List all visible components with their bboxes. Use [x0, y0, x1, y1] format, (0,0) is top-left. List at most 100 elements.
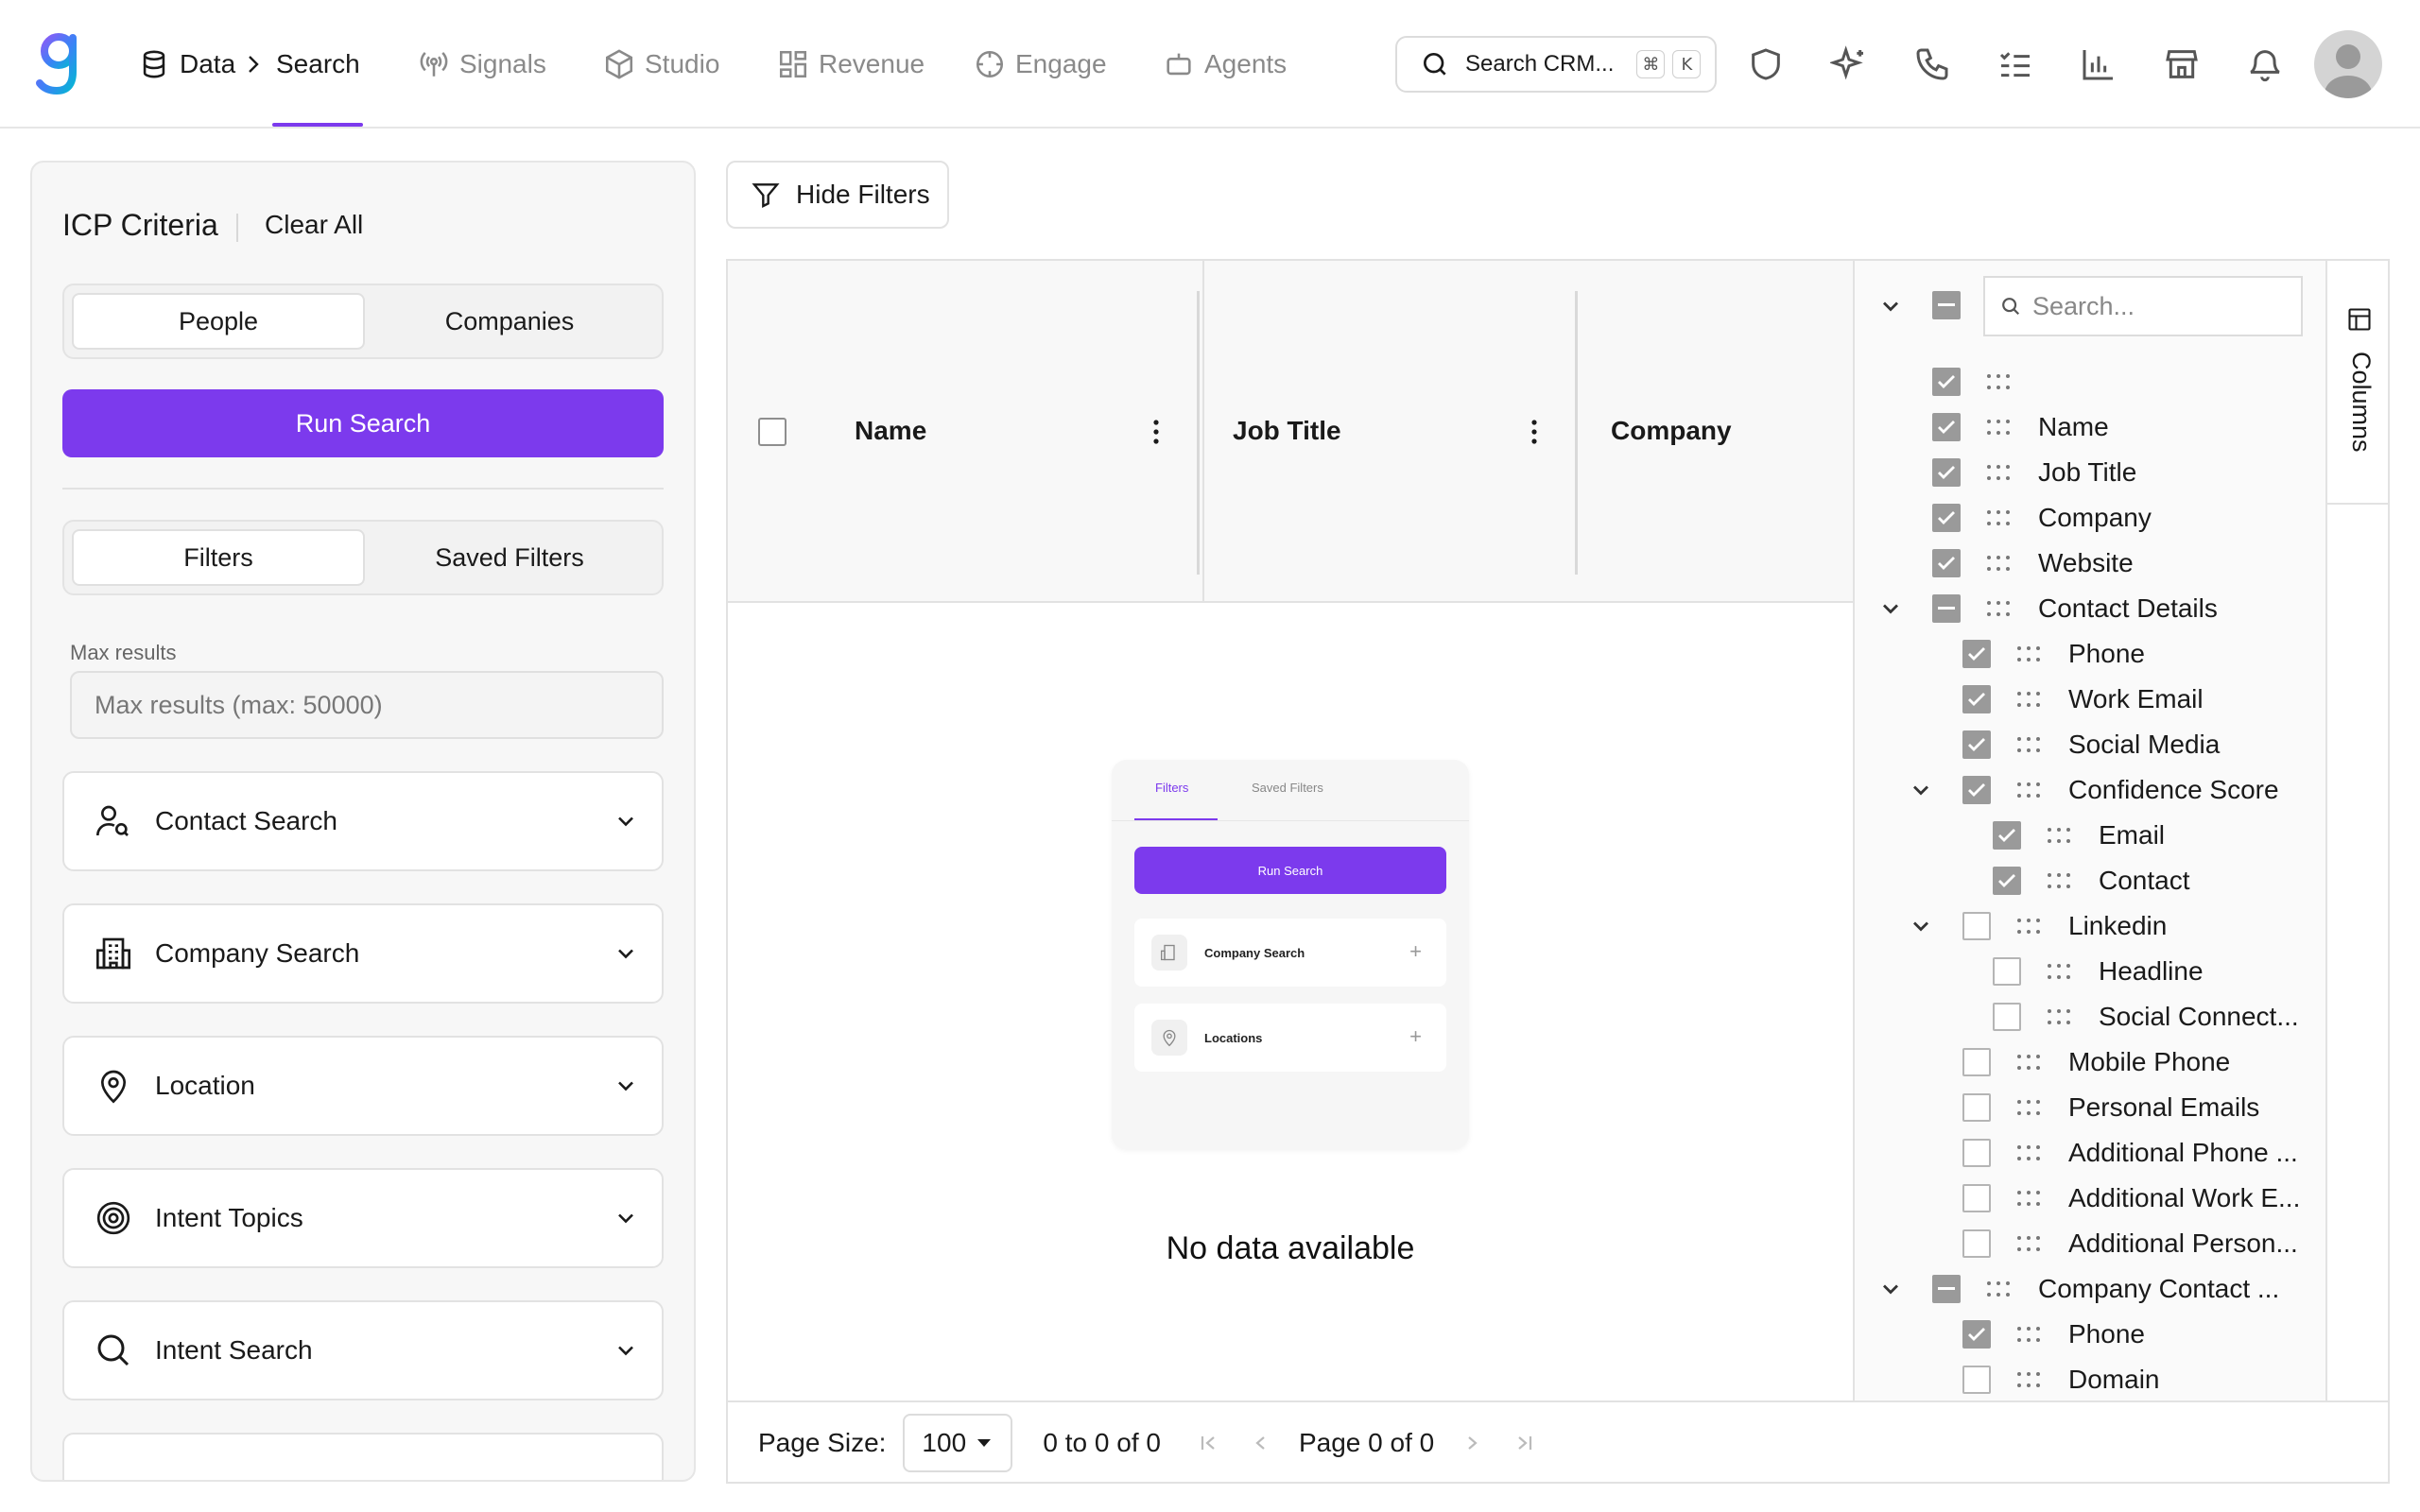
tab-people[interactable]: People [72, 293, 365, 350]
section-location[interactable]: Location [62, 1036, 664, 1136]
shield-icon[interactable] [1747, 45, 1785, 83]
column-checkbox[interactable] [1993, 1003, 2021, 1031]
drag-handle-icon[interactable] [1961, 508, 2038, 527]
column-menu-icon[interactable] [1530, 418, 1539, 446]
column-header-name[interactable]: Name [855, 261, 926, 601]
section-intent-search[interactable]: Intent Search [62, 1300, 664, 1400]
column-list-item[interactable]: Social Connect... [1993, 994, 2299, 1040]
section-intent-topics[interactable]: Intent Topics [62, 1168, 664, 1268]
column-resize-handle[interactable] [1575, 291, 1578, 575]
column-checkbox[interactable] [1962, 1093, 1991, 1122]
column-list-item[interactable]: Domain [1962, 1357, 2159, 1400]
column-menu-icon[interactable] [1151, 418, 1161, 446]
chevron-down-icon[interactable] [1877, 1276, 1904, 1302]
nav-signals[interactable]: Signals [418, 42, 546, 87]
column-checkbox[interactable] [1962, 912, 1991, 940]
drag-handle-icon[interactable] [1991, 917, 2068, 936]
drag-handle-icon[interactable] [1991, 644, 2068, 663]
drag-handle-icon[interactable] [1991, 1234, 2068, 1253]
nav-revenue[interactable]: Revenue [777, 42, 925, 87]
max-results-input[interactable] [70, 671, 664, 739]
column-checkbox[interactable] [1962, 1366, 1991, 1394]
next-page-icon[interactable] [1461, 1432, 1483, 1454]
column-list-item[interactable]: Social Media [1962, 722, 2220, 767]
column-list-item[interactable] [1932, 359, 2038, 404]
drag-handle-icon[interactable] [1991, 1325, 2068, 1344]
drag-handle-icon[interactable] [1961, 463, 2038, 482]
column-list-item[interactable]: Company [1932, 495, 2152, 541]
column-list-item[interactable]: Company Contact ... [1932, 1266, 2279, 1312]
run-search-button[interactable]: Run Search [62, 389, 664, 457]
select-all-checkbox[interactable] [758, 418, 786, 446]
bell-icon[interactable] [2246, 45, 2284, 83]
column-checkbox[interactable] [1962, 1229, 1991, 1258]
store-icon[interactable] [2163, 45, 2201, 83]
task-list-icon[interactable] [1996, 45, 2034, 83]
column-list-item[interactable]: Mobile Phone [1962, 1040, 2230, 1085]
chevron-down-icon[interactable] [1877, 293, 1904, 319]
hide-filters-button[interactable]: Hide Filters [726, 161, 949, 229]
column-checkbox[interactable] [1962, 1048, 1991, 1076]
column-list-item[interactable]: Work Email [1962, 677, 2204, 722]
select-all-columns-checkbox[interactable] [1932, 291, 1961, 319]
column-checkbox[interactable] [1962, 1320, 1991, 1349]
column-checkbox[interactable] [1962, 1184, 1991, 1212]
column-list-item[interactable]: Name [1932, 404, 2109, 450]
drag-handle-icon[interactable] [2021, 871, 2099, 890]
column-list-item[interactable]: Email [1993, 813, 2165, 858]
column-list-item[interactable]: Phone [1962, 1312, 2145, 1357]
chevron-down-icon[interactable] [1877, 595, 1904, 622]
drag-handle-icon[interactable] [1991, 1189, 2068, 1208]
column-header-company[interactable]: Company [1611, 261, 1732, 601]
drag-handle-icon[interactable] [1961, 599, 2038, 618]
nav-search[interactable]: Search [276, 42, 360, 87]
drag-handle-icon[interactable] [1991, 1053, 2068, 1072]
chevron-down-icon[interactable] [1908, 913, 1934, 939]
drag-handle-icon[interactable] [1991, 1370, 2068, 1389]
column-checkbox[interactable] [1932, 1275, 1961, 1303]
column-checkbox[interactable] [1932, 549, 1961, 577]
column-checkbox[interactable] [1932, 594, 1961, 623]
column-list-item[interactable]: Additional Phone ... [1962, 1130, 2298, 1176]
column-list-item[interactable]: Contact [1993, 858, 2190, 903]
column-checkbox[interactable] [1962, 1139, 1991, 1167]
user-avatar[interactable] [2314, 30, 2382, 98]
column-checkbox[interactable] [1962, 685, 1991, 713]
app-logo[interactable] [34, 28, 85, 98]
drag-handle-icon[interactable] [1991, 735, 2068, 754]
column-list-item[interactable]: Linkedin [1962, 903, 2167, 949]
drag-handle-icon[interactable] [2021, 962, 2099, 981]
drag-handle-icon[interactable] [1961, 372, 2038, 391]
search-crm-input[interactable]: Search CRM... ⌘ K [1395, 36, 1717, 93]
column-list-item[interactable]: Job Title [1932, 450, 2136, 495]
column-checkbox[interactable] [1932, 458, 1961, 487]
drag-handle-icon[interactable] [1991, 690, 2068, 709]
page-size-select[interactable]: 100 [903, 1414, 1013, 1472]
column-list-item[interactable]: Confidence Score [1962, 767, 2279, 813]
column-list-item[interactable]: Phone [1962, 631, 2145, 677]
column-checkbox[interactable] [1932, 413, 1961, 441]
sparkles-icon[interactable] [1830, 45, 1868, 83]
column-list-item[interactable]: Additional Person... [1962, 1221, 2298, 1266]
drag-handle-icon[interactable] [2021, 1007, 2099, 1026]
column-resize-handle[interactable] [1197, 291, 1200, 575]
tab-saved-filters[interactable]: Saved Filters [365, 529, 654, 586]
tab-filters[interactable]: Filters [72, 529, 365, 586]
nav-studio[interactable]: Studio [603, 42, 719, 87]
column-checkbox[interactable] [1962, 776, 1991, 804]
column-checkbox[interactable] [1993, 957, 2021, 986]
nav-engage[interactable]: Engage [974, 42, 1107, 87]
column-header-job-title[interactable]: Job Title [1233, 261, 1341, 601]
section-more[interactable] [62, 1433, 664, 1480]
column-list-item[interactable]: Website [1932, 541, 2134, 586]
nav-data[interactable]: Data [138, 42, 235, 87]
column-checkbox[interactable] [1932, 368, 1961, 396]
section-company-search[interactable]: Company Search [62, 903, 664, 1004]
column-checkbox[interactable] [1932, 504, 1961, 532]
drag-handle-icon[interactable] [1991, 1098, 2068, 1117]
chevron-down-icon[interactable] [1908, 777, 1934, 803]
section-contact-search[interactable]: Contact Search [62, 771, 664, 871]
column-list-item[interactable]: Headline [1993, 949, 2204, 994]
last-page-icon[interactable] [1513, 1432, 1536, 1454]
drag-handle-icon[interactable] [1991, 1143, 2068, 1162]
